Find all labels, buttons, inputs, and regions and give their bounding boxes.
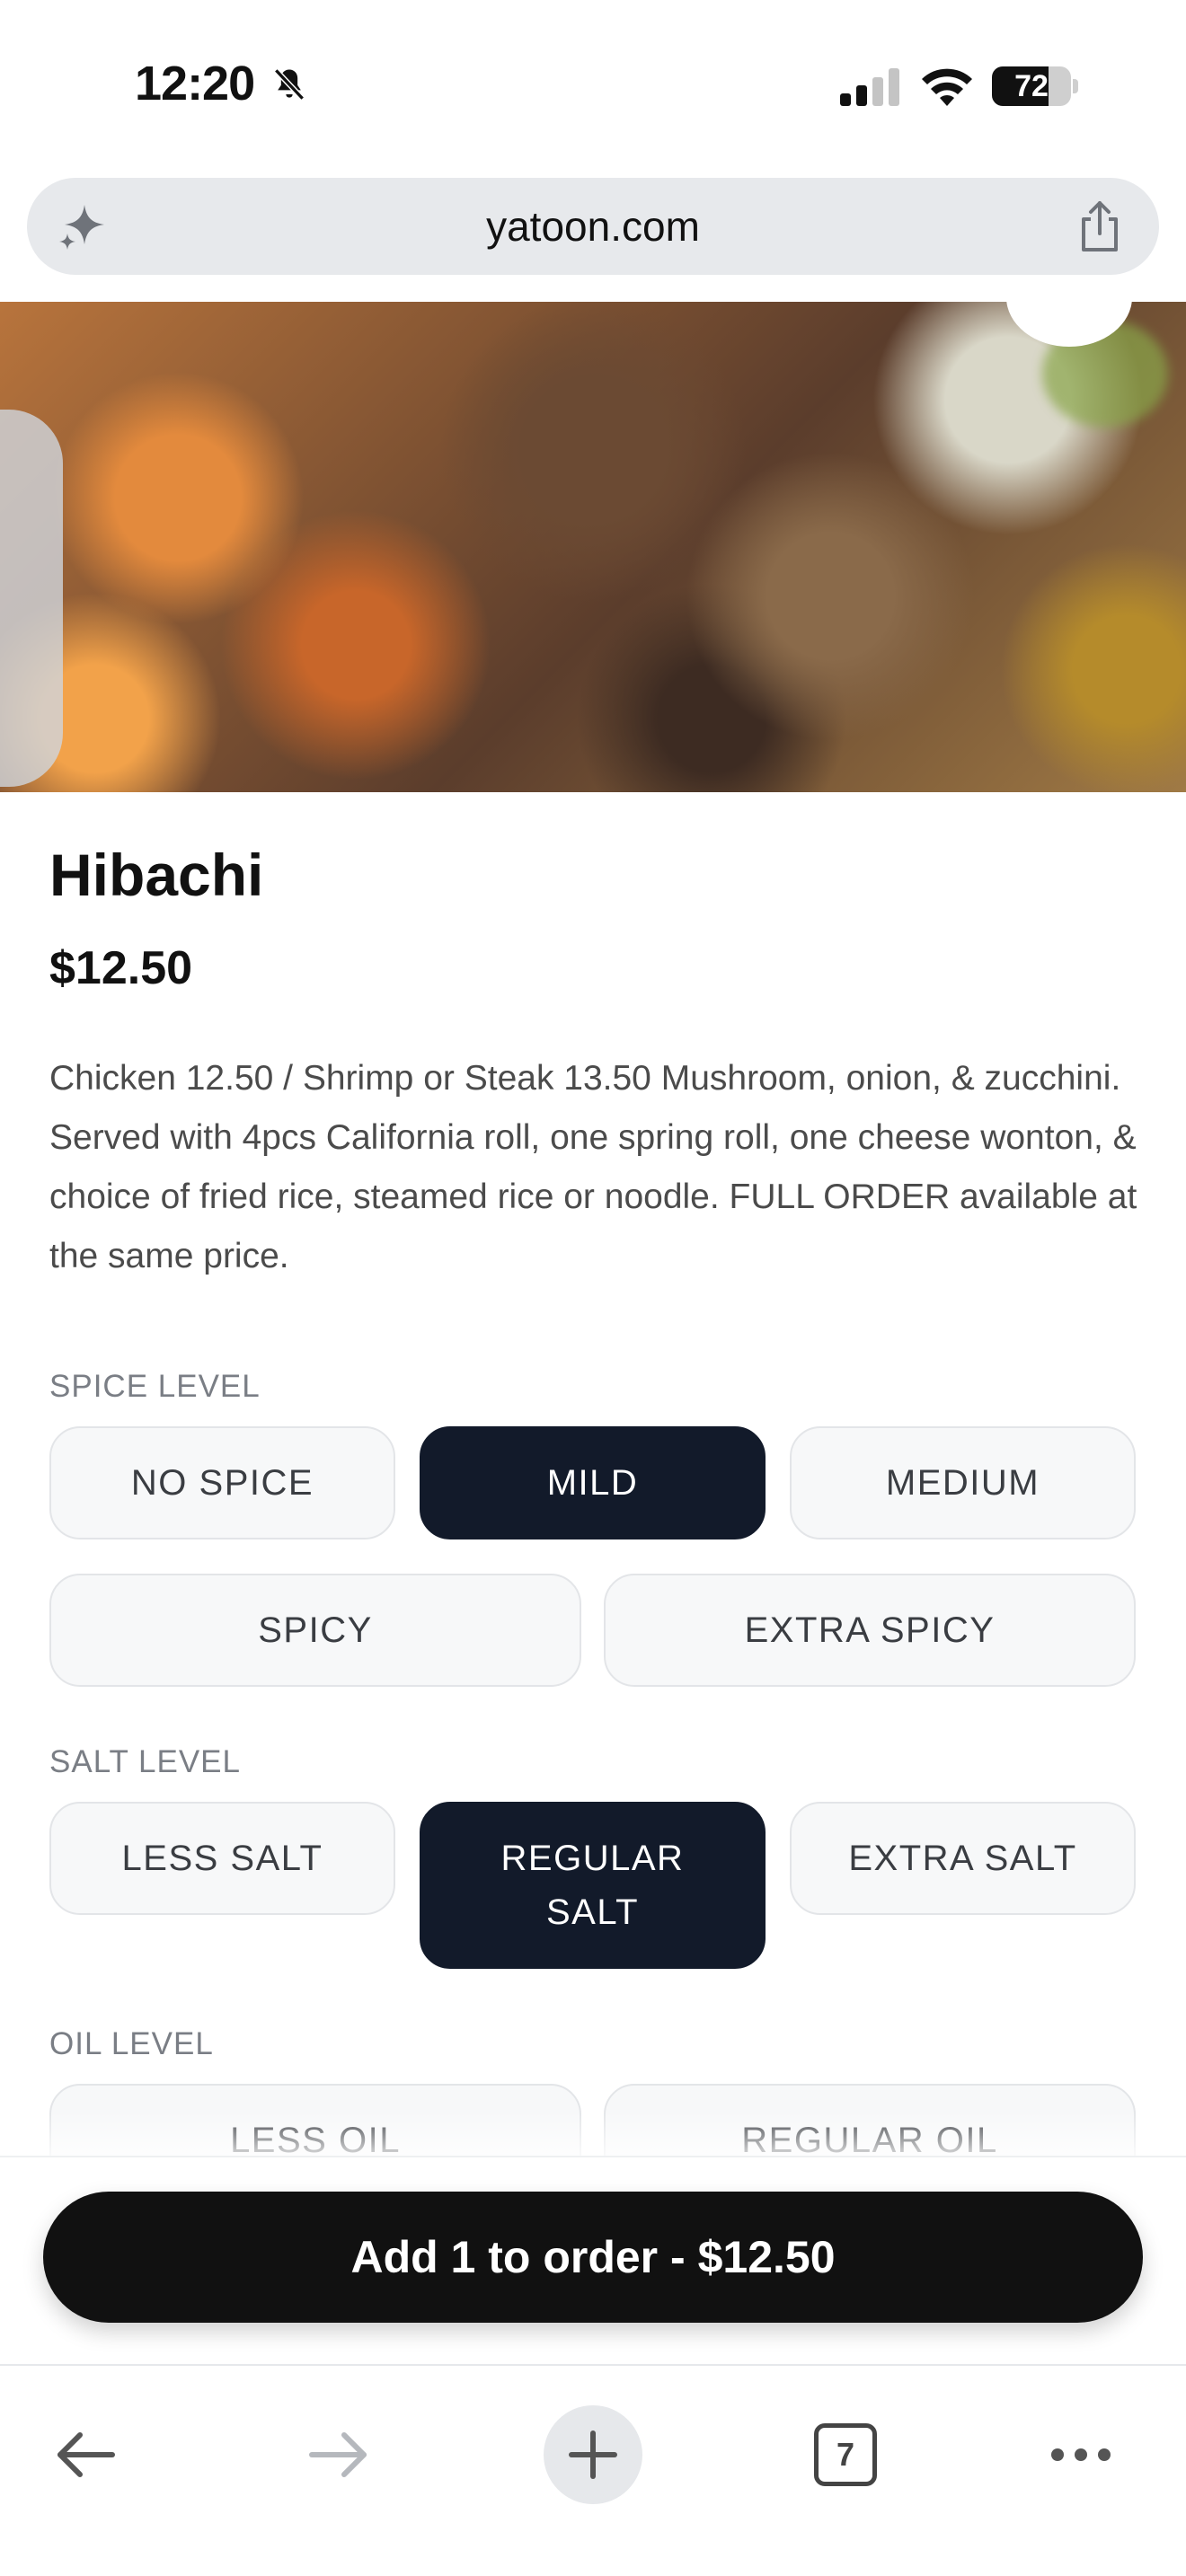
back-button[interactable]: [36, 2405, 135, 2504]
more-icon: [1051, 2448, 1111, 2461]
option-spicy[interactable]: SPICY: [49, 1574, 581, 1687]
tabs-button[interactable]: 7: [796, 2405, 895, 2504]
add-to-order-button[interactable]: Add 1 to order - $12.50: [43, 2192, 1143, 2323]
sparkle-icon[interactable]: [58, 201, 108, 251]
plus-icon: [569, 2430, 617, 2479]
scroll-fade: [0, 2111, 1186, 2156]
option-extra-salt[interactable]: EXTRA SALT: [790, 1802, 1136, 1915]
status-time: 12:20: [135, 57, 255, 110]
option-extra-spicy[interactable]: EXTRA SPICY: [604, 1574, 1136, 1687]
item-description: Chicken 12.50 / Shrimp or Steak 13.50 Mu…: [49, 1059, 1137, 1275]
forward-arrow-icon: [309, 2432, 367, 2477]
item-price: $12.50: [49, 942, 193, 994]
item-photo: [0, 302, 1186, 792]
new-tab-button[interactable]: [544, 2405, 642, 2504]
page: 12:20 72 yatoon.com Hibachi $12.50 Chick…: [0, 0, 1186, 2576]
signal-icon: [840, 68, 899, 106]
option-mild[interactable]: MILD: [420, 1426, 766, 1539]
back-arrow-icon: [58, 2432, 115, 2477]
status-bar: 12:20 72: [0, 0, 1186, 171]
address-bar[interactable]: yatoon.com: [27, 178, 1159, 275]
url-text[interactable]: yatoon.com: [27, 178, 1159, 275]
browser-toolbar: 7: [0, 2364, 1186, 2576]
battery-icon: 72: [992, 66, 1078, 106]
salt-level-label: SALT LEVEL: [49, 1744, 241, 1779]
order-bar: Add 1 to order - $12.50: [0, 2156, 1186, 2364]
item-title: Hibachi: [49, 842, 264, 908]
option-regular-salt[interactable]: REGULAR SALT: [420, 1802, 766, 1969]
more-button[interactable]: [1031, 2405, 1130, 2504]
spice-level-label: SPICE LEVEL: [49, 1369, 261, 1404]
tabs-icon: 7: [814, 2423, 877, 2486]
oil-level-label: OIL LEVEL: [49, 2026, 214, 2061]
option-less-salt[interactable]: LESS SALT: [49, 1802, 395, 1915]
forward-button[interactable]: [289, 2405, 388, 2504]
option-no-spice[interactable]: NO SPICE: [49, 1426, 395, 1539]
battery-percent: 72: [1014, 69, 1049, 103]
share-icon[interactable]: [1075, 199, 1125, 253]
bell-slash-icon: [274, 68, 305, 101]
option-medium[interactable]: MEDIUM: [790, 1426, 1136, 1539]
wifi-icon: [922, 68, 972, 106]
